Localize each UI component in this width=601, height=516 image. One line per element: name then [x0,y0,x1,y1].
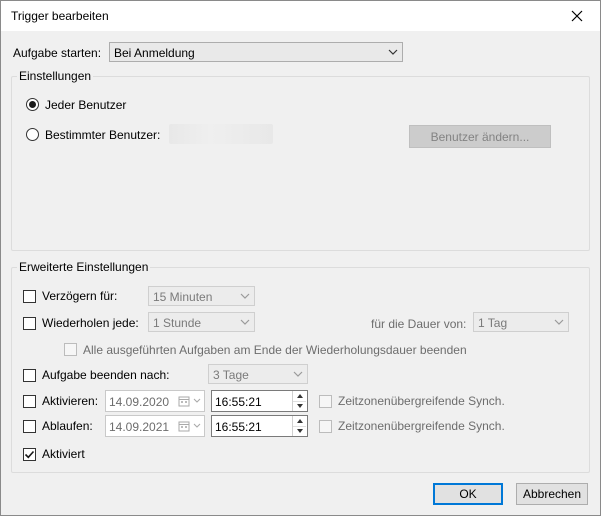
duration-label: für die Dauer von: [371,317,467,331]
activate-time-spinner[interactable] [292,391,307,411]
delay-label: Verzögern für: [42,289,118,303]
start-task-select[interactable]: Bei Anmeldung [109,42,403,62]
close-button[interactable] [554,1,600,31]
activate-time-field[interactable]: 16:55:21 [211,390,308,412]
enabled-label: Aktiviert [42,447,85,461]
expire-checkbox[interactable] [23,420,36,433]
ok-button[interactable]: OK [433,483,503,505]
chevron-down-icon [193,423,201,428]
duration-value: 1 Tag [478,316,508,330]
activate-date-value: 14.09.2020 [109,395,170,409]
start-task-label: Aufgabe starten: [13,46,102,60]
repeat-label: Wiederholen jede: [42,316,139,330]
stop-all-checkbox[interactable] [64,343,77,356]
repeat-checkbox[interactable] [23,317,36,330]
expire-date-field[interactable]: 14.09.2021 [105,415,205,437]
expire-sync-checkbox[interactable] [319,420,332,433]
activate-checkbox[interactable] [23,395,36,408]
repeat-value: 1 Stunde [153,316,202,330]
change-user-button-label: Benutzer ändern... [430,129,530,144]
settings-group-title: Einstellungen [17,69,94,83]
stop-task-label: Aufgabe beenden nach: [42,368,170,382]
trigger-dialog: Trigger bearbeiten Aufgabe starten: Bei … [0,0,601,516]
chevron-down-icon [193,398,201,403]
cancel-button-label: Abbrechen [522,487,582,501]
close-icon [571,10,583,22]
title-bar: Trigger bearbeiten [1,1,600,31]
chevron-down-icon [240,293,250,299]
calendar-icon [178,421,190,432]
stop-task-select[interactable]: 3 Tage [208,364,308,384]
chevron-down-icon [293,371,303,377]
stop-all-label: Alle ausgeführten Aufgaben am Ende der W… [83,343,467,357]
expire-time-field[interactable]: 16:55:21 [211,415,308,437]
expire-date-value: 14.09.2021 [109,420,170,434]
change-user-button[interactable]: Benutzer ändern... [409,125,551,148]
user-name-field [169,124,273,144]
chevron-down-icon [388,49,398,55]
activate-time-value: 16:55:21 [215,395,262,409]
spin-down-icon[interactable] [293,401,306,411]
delay-value: 15 Minuten [153,290,213,304]
radio-specific-user[interactable] [26,128,39,141]
expire-time-value: 16:55:21 [215,420,262,434]
spin-down-icon[interactable] [293,426,306,436]
calendar-icon [178,396,190,407]
cancel-button[interactable]: Abbrechen [516,483,588,505]
duration-select[interactable]: 1 Tag [473,312,569,332]
expire-time-spinner[interactable] [292,416,307,436]
expire-label: Ablaufen: [42,419,93,433]
radio-any-user[interactable] [26,98,39,111]
start-task-value: Bei Anmeldung [114,46,195,60]
chevron-down-icon [554,319,564,325]
ok-button-label: OK [459,487,477,501]
delay-select[interactable]: 15 Minuten [148,286,255,306]
radio-specific-user-label: Bestimmter Benutzer: [45,128,161,142]
activate-sync-checkbox[interactable] [319,395,332,408]
activate-label: Aktivieren: [42,394,99,408]
stop-task-checkbox[interactable] [23,369,36,382]
repeat-select[interactable]: 1 Stunde [148,312,255,332]
expire-sync-label: Zeitzonenübergreifende Synch. [338,419,505,433]
checkmark-icon [24,450,35,459]
delay-checkbox[interactable] [23,290,36,303]
advanced-group-title: Erweiterte Einstellungen [17,260,151,274]
dialog-title: Trigger bearbeiten [11,9,109,23]
radio-any-user-label: Jeder Benutzer [45,98,127,112]
chevron-down-icon [240,319,250,325]
activate-sync-label: Zeitzonenübergreifende Synch. [338,394,505,408]
enabled-checkbox[interactable] [23,448,36,461]
stop-task-value: 3 Tage [213,368,249,382]
activate-date-field[interactable]: 14.09.2020 [105,390,205,412]
